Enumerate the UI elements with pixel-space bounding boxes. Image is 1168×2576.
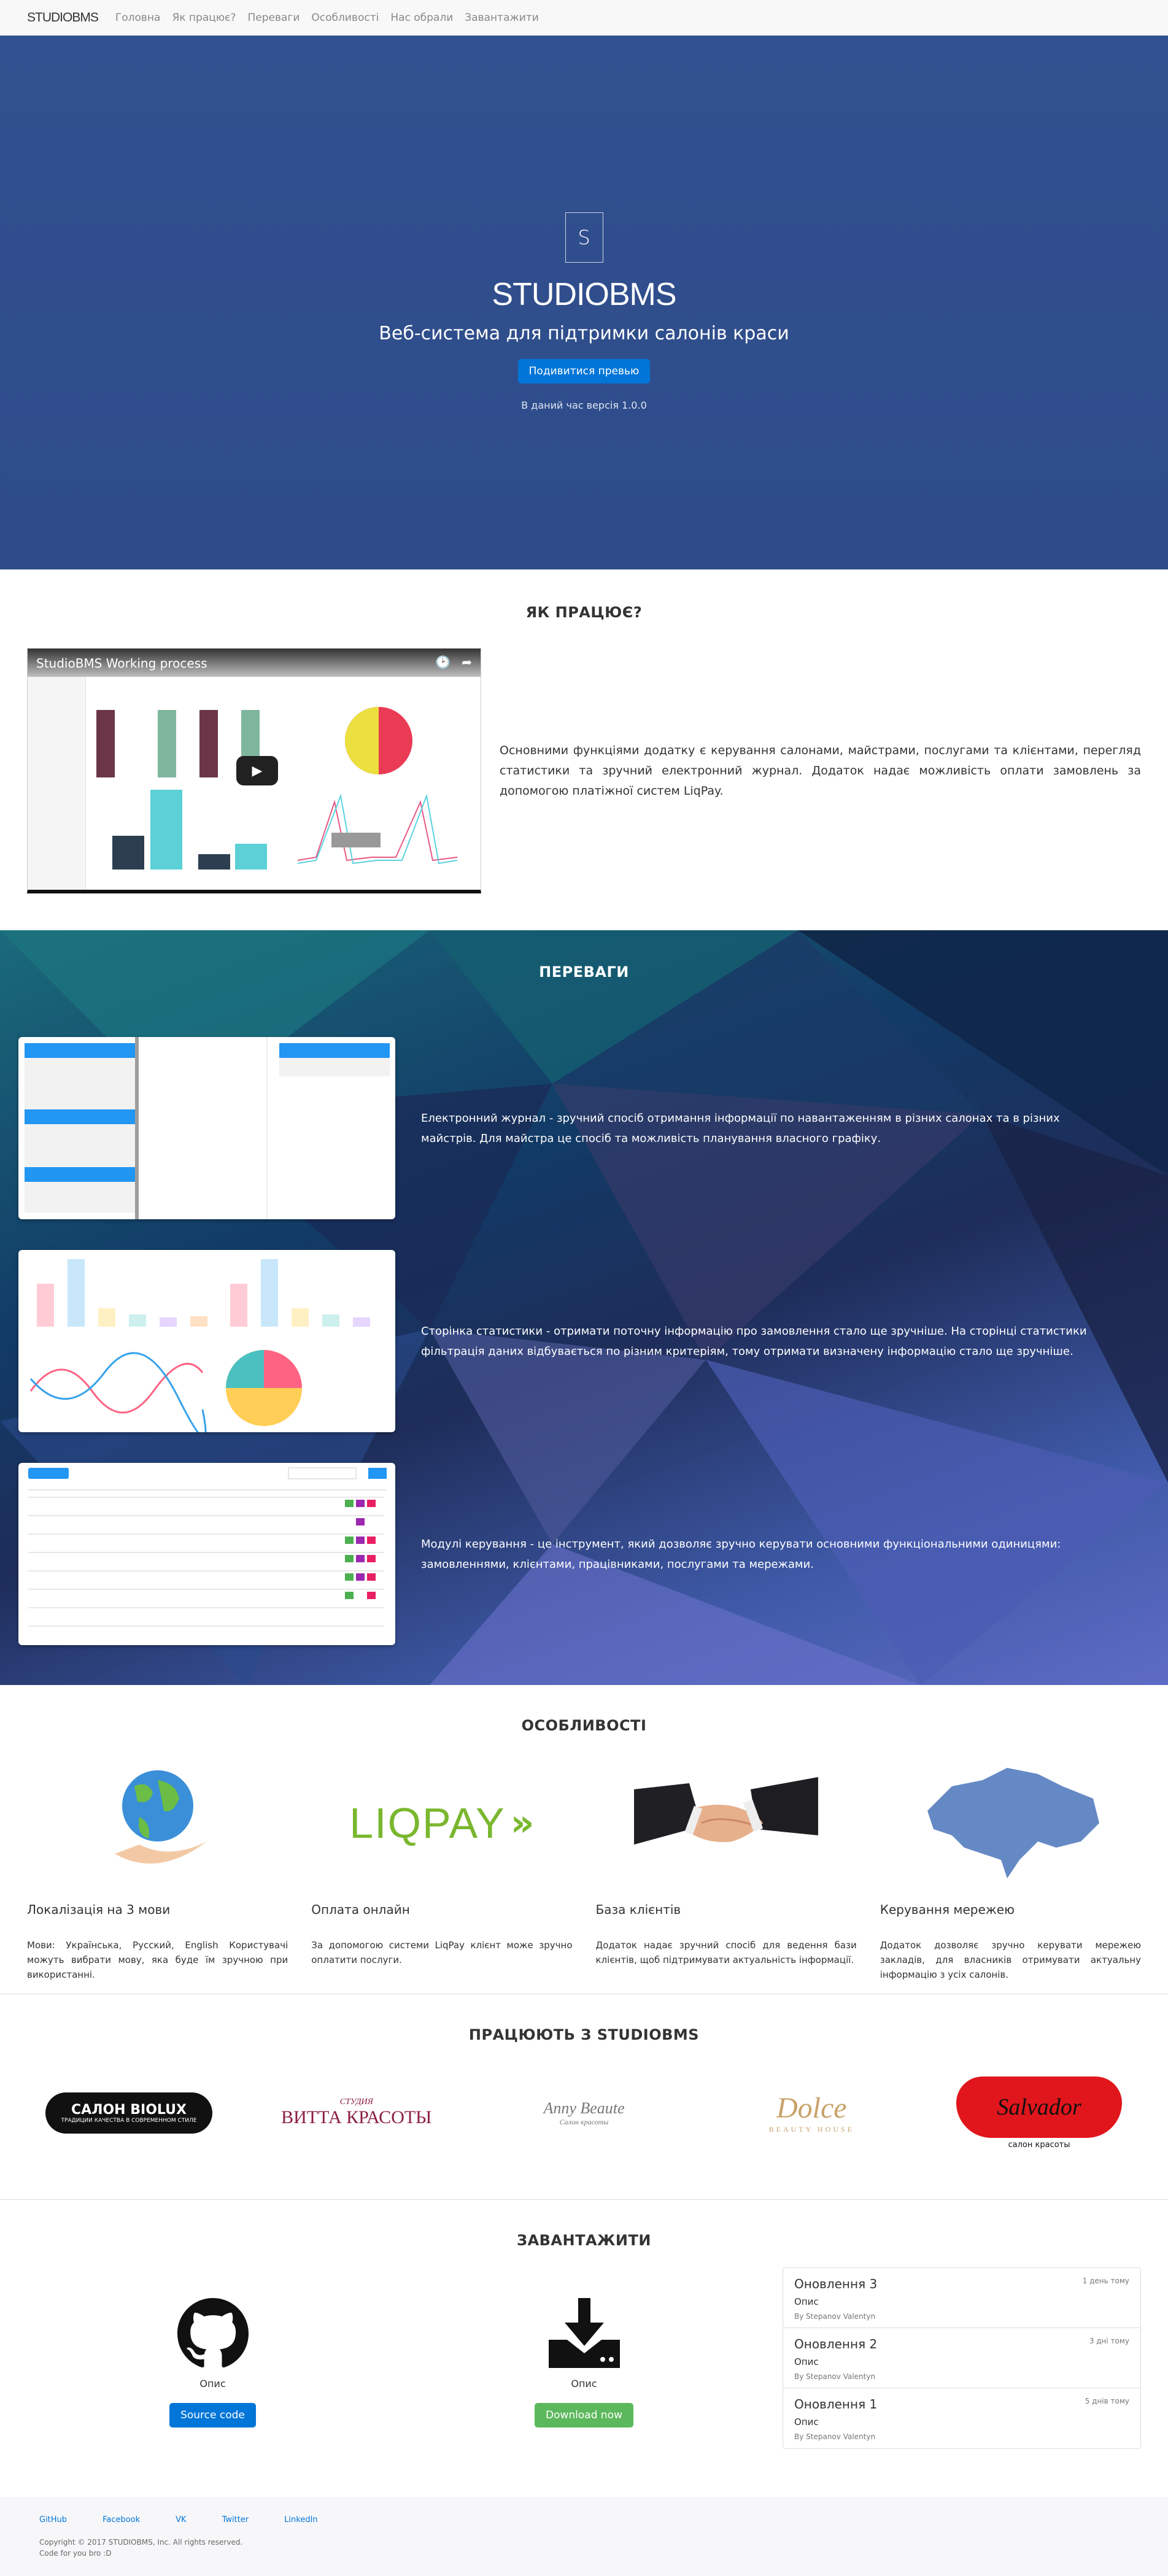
partners-section: ПРАЦЮЮТЬ З STUDIOBMS САЛОН BIOLUX ТРАДИЦ…: [0, 1994, 1168, 2200]
update-item[interactable]: Оновлення 3 Опис By Stepanov Valentyn 1 …: [783, 2268, 1140, 2328]
source-code-col: Опис Source code: [27, 2267, 398, 2449]
clock-icon[interactable]: 🕑: [435, 655, 451, 669]
brand-logo[interactable]: STUDIOBMS: [27, 10, 99, 25]
update-desc: Опис: [794, 2416, 819, 2428]
advantage-text: Електронний журнал - зручний спосіб отри…: [421, 1111, 1060, 1145]
source-code-button[interactable]: Source code: [169, 2403, 256, 2428]
ukraine-map-icon: [880, 1759, 1141, 1888]
source-code-label: Опис: [199, 2378, 226, 2389]
advantage-text: Сторінка статистики - отримати поточну і…: [421, 1324, 1087, 1358]
globe-hand-icon: [27, 1759, 288, 1888]
feature-payment: LIQPAY » Оплата онлайн За допомогою сист…: [311, 1759, 572, 1982]
advantage-item: Сторінка статистики - отримати поточну і…: [0, 1250, 1168, 1432]
journal-screenshot: [18, 1037, 395, 1219]
update-time: 5 днів тому: [1085, 2397, 1129, 2405]
update-author: By Stepanov Valentyn: [794, 2432, 876, 2441]
preview-button[interactable]: Подивитися превью: [517, 359, 651, 384]
update-item[interactable]: Оновлення 2 Опис By Stepanov Valentyn 3 …: [783, 2328, 1140, 2388]
how-it-works-section: ЯК ПРАЦЮЄ? StudioBMS Working process 🕑 ➦…: [0, 569, 1168, 930]
hero-title: STUDIOBMS: [492, 277, 676, 312]
feature-desc: Додаток дозволяє зручно керувати мережею…: [880, 1940, 1141, 1980]
features-section: ОСОБЛИВОСТІ Локалізація на 3 мови Мови: …: [0, 1685, 1168, 1994]
feature-network: Керування мережею Додаток дозволяє зручн…: [880, 1759, 1141, 1982]
advantages-section: ПЕРЕВАГИ Електронний журнал - зручний сп…: [0, 930, 1168, 1685]
section-title: ПРАЦЮЮТЬ З STUDIOBMS: [468, 2026, 700, 2043]
feature-title: База клієнтів: [595, 1902, 681, 1917]
statistics-screenshot: [18, 1250, 395, 1432]
advantage-text: Модулі керування - це інструмент, який д…: [421, 1537, 1061, 1571]
download-label: Опис: [571, 2378, 597, 2389]
video-player[interactable]: StudioBMS Working process 🕑 ➦ ▶: [27, 648, 481, 893]
copyright: Copyright © 2017 STUDIOBMS, Inc. All rig…: [39, 2538, 243, 2547]
handshake-icon: [596, 1759, 857, 1888]
footer-link-github[interactable]: GitHub: [39, 2515, 67, 2524]
play-icon[interactable]: ▶: [236, 756, 278, 785]
advantage-item: Електронний журнал - зручний спосіб отри…: [0, 1037, 1168, 1219]
how-it-works-text: Основними функціями додатку є керування …: [500, 743, 1141, 798]
download-icon: [547, 2298, 621, 2369]
navbar: STUDIOBMS Головна Як працює? Переваги Ос…: [0, 0, 1168, 36]
partner-logo-vitta: СТУДИЯ ВИТТА КРАСОТЫ: [281, 2097, 432, 2127]
video-title: StudioBMS Working process: [36, 656, 207, 671]
update-desc: Опис: [794, 2356, 819, 2367]
downloads-section: ЗАВАНТАЖИТИ Опис Source code Опис Downlo…: [0, 2200, 1168, 2497]
update-title: Оновлення 1: [794, 2397, 878, 2412]
hero-version: В даний час версія 1.0.0: [521, 399, 647, 411]
update-title: Оновлення 2: [794, 2337, 878, 2351]
feature-desc: Додаток надає зручний спосіб для ведення…: [595, 1940, 857, 1965]
share-icon[interactable]: ➦: [462, 655, 472, 669]
update-item[interactable]: Оновлення 1 Опис By Stepanov Valentyn 5 …: [783, 2388, 1140, 2448]
hero-subtitle: Веб-система для підтримки салонів краси: [379, 323, 789, 344]
download-col: Опис Download now: [398, 2267, 770, 2449]
nav-link-advantages[interactable]: Переваги: [247, 12, 300, 24]
partner-logo-dolce: Dolce BEAUTY HOUSE: [768, 2092, 854, 2134]
section-title: ЗАВАНТАЖИТИ: [517, 2232, 651, 2249]
section-title: ЯК ПРАЦЮЄ?: [525, 604, 643, 621]
footer-link-facebook[interactable]: Facebook: [102, 2515, 140, 2524]
advantage-item: Модулі керування - це інструмент, який д…: [0, 1463, 1168, 1645]
update-author: By Stepanov Valentyn: [794, 2312, 876, 2321]
update-title: Оновлення 3: [794, 2277, 878, 2291]
section-title: ПЕРЕВАГИ: [539, 963, 629, 981]
nav-link-partners[interactable]: Нас обрали: [390, 12, 453, 24]
feature-desc: За допомогою системи LiqPay клієнт може …: [311, 1940, 573, 1965]
section-title: ОСОБЛИВОСТІ: [521, 1717, 647, 1734]
update-time: 3 дні тому: [1089, 2337, 1129, 2345]
download-now-button[interactable]: Download now: [535, 2403, 633, 2428]
footer-credit: Code for you bro :D: [39, 2549, 112, 2558]
github-icon: [177, 2298, 249, 2369]
update-time: 1 день тому: [1082, 2277, 1129, 2285]
feature-localization: Локалізація на 3 мови Мови: Українська, …: [27, 1759, 288, 1982]
footer: GitHub Facebook VK Twitter LinkedIn Copy…: [0, 2497, 1168, 2576]
liqpay-logo: LIQPAY »: [349, 1799, 535, 1847]
feature-desc: Мови: Українська, Русский, English Корис…: [27, 1940, 288, 1980]
nav-link-home[interactable]: Головна: [115, 12, 161, 24]
footer-link-twitter[interactable]: Twitter: [222, 2515, 249, 2524]
feature-title: Оплата онлайн: [311, 1902, 410, 1917]
feature-title: Керування мережею: [880, 1902, 1015, 1917]
feature-title: Локалізація на 3 мови: [27, 1902, 171, 1917]
footer-link-vk[interactable]: VK: [176, 2515, 186, 2524]
updates-list: Оновлення 3 Опис By Stepanov Valentyn 1 …: [783, 2267, 1141, 2449]
management-screenshot: [18, 1463, 395, 1645]
update-author: By Stepanov Valentyn: [794, 2372, 876, 2381]
update-desc: Опис: [794, 2296, 819, 2307]
feature-clients: База клієнтів Додаток надає зручний спос…: [596, 1759, 857, 1982]
nav-link-how[interactable]: Як працює?: [172, 12, 236, 24]
partner-logo-salvador: Salvador салон красоты: [947, 2067, 1131, 2159]
hero-section: S STUDIOBMS Веб-система для підтримки са…: [0, 36, 1168, 569]
nav-link-download[interactable]: Завантажити: [465, 12, 539, 24]
partner-logo-anny: Anny Beaute Салон красоты: [543, 2099, 625, 2126]
partner-logo-biolux: САЛОН BIOLUX ТРАДИЦИИ КАЧЕСТВА В СОВРЕМЕ…: [37, 2067, 221, 2159]
nav-link-features[interactable]: Особливості: [311, 12, 379, 24]
video-title-bar: StudioBMS Working process 🕑 ➦: [28, 649, 481, 677]
hero-logo: S: [565, 212, 603, 263]
footer-link-linkedin[interactable]: LinkedIn: [284, 2515, 317, 2524]
